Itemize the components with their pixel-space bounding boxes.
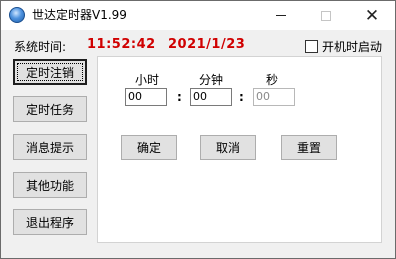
confirm-button[interactable]: 确定: [121, 135, 177, 160]
minute-label: 分钟: [199, 73, 224, 87]
maximize-icon: [321, 10, 331, 21]
app-globe-icon: [9, 7, 25, 23]
reset-button[interactable]: 重置: [281, 135, 337, 160]
second-label: 秒: [266, 73, 279, 87]
sidebar-item-exit[interactable]: 退出程序: [13, 209, 87, 235]
autostart-option[interactable]: 开机时启动: [305, 38, 382, 55]
hour-label: 小时: [135, 73, 160, 87]
minimize-icon: [276, 15, 286, 16]
close-icon: ✕: [364, 5, 380, 26]
maximize-button[interactable]: [304, 1, 348, 30]
cancel-button[interactable]: 取消: [200, 135, 256, 160]
second-input[interactable]: 00: [253, 88, 295, 106]
sidebar-item-timed-task[interactable]: 定时任务: [13, 96, 87, 122]
app-window: 世达定时器V1.99 ✕ 系统时间: 11:52:42 2021/1/23 开机…: [0, 0, 396, 259]
title-bar: 世达定时器V1.99 ✕: [1, 1, 395, 30]
hour-input[interactable]: 00: [125, 88, 167, 106]
sidebar-item-other-functions[interactable]: 其他功能: [13, 172, 87, 198]
sidebar-item-message-reminder[interactable]: 消息提示: [13, 134, 87, 160]
minimize-button[interactable]: [259, 1, 303, 30]
sidebar-item-timed-logout[interactable]: 定时注销: [13, 59, 87, 85]
close-button[interactable]: ✕: [350, 1, 394, 30]
minute-input[interactable]: 00: [190, 88, 232, 106]
hour-minute-separator: :: [177, 90, 182, 104]
system-time-value: 11:52:42: [87, 37, 156, 52]
minute-second-separator: :: [239, 90, 244, 104]
timer-settings-panel: 小时 分钟 秒 00 : 00 : 00 确定 取消 重置: [97, 56, 382, 243]
window-title: 世达定时器V1.99: [32, 8, 127, 22]
system-date-value: 2021/1/23: [168, 37, 246, 52]
autostart-label: 开机时启动: [322, 40, 383, 54]
autostart-checkbox[interactable]: [305, 40, 318, 53]
system-time-label: 系统时间:: [14, 40, 67, 54]
